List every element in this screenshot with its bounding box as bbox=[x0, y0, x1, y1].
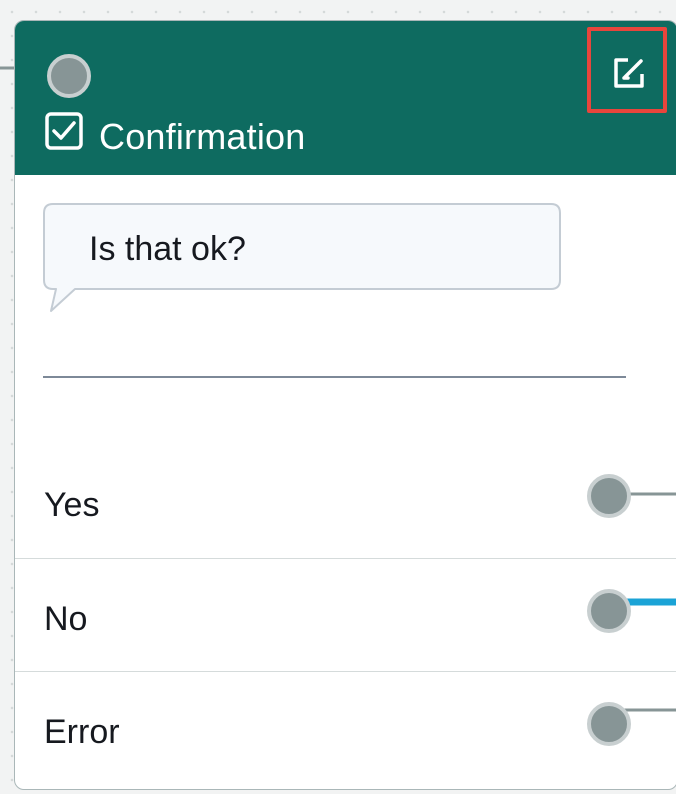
incoming-port[interactable] bbox=[47, 54, 91, 98]
node-title: Confirmation bbox=[99, 116, 306, 157]
branch-yes[interactable]: Yes bbox=[15, 445, 676, 557]
prompt-bubble: Is that ok? bbox=[43, 203, 561, 315]
branch-label: Yes bbox=[44, 486, 100, 524]
output-port-no[interactable] bbox=[587, 589, 631, 633]
branch-no[interactable]: No bbox=[15, 558, 676, 671]
edit-button[interactable] bbox=[587, 27, 667, 113]
branch-error[interactable]: Error bbox=[15, 671, 676, 784]
node-header: Confirmation bbox=[15, 21, 676, 175]
checkbox-checked-icon bbox=[45, 112, 83, 150]
confirmation-node[interactable]: Confirmation Is that ok? Yes No Error bbox=[14, 20, 676, 790]
prompt-text: Is that ok? bbox=[89, 230, 246, 268]
output-port-yes[interactable] bbox=[587, 474, 631, 518]
branch-label: Error bbox=[44, 713, 120, 751]
branch-label: No bbox=[44, 600, 88, 638]
output-port-error[interactable] bbox=[587, 702, 631, 746]
divider bbox=[43, 376, 626, 378]
edit-icon bbox=[614, 58, 644, 88]
